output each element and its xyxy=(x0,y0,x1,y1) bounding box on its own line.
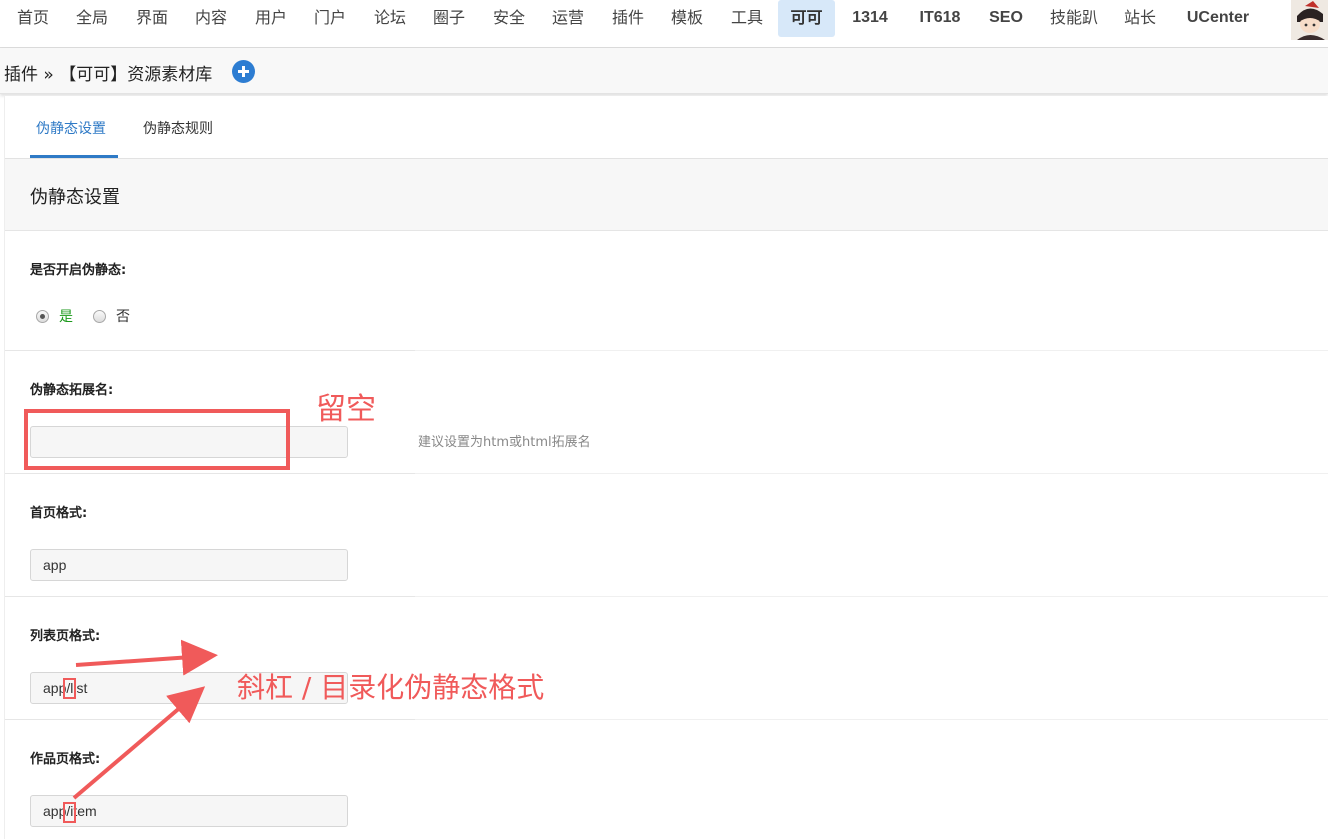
annotation-box-list-slash xyxy=(63,678,76,699)
extension-hint: 建议设置为htm或html拓展名 xyxy=(418,435,591,450)
annotation-box-item-slash xyxy=(63,802,76,823)
nav-item-1314[interactable]: 1314 xyxy=(844,0,896,37)
row-divider xyxy=(5,473,1328,474)
home-format-input[interactable] xyxy=(30,549,348,581)
radio-yes-label: 是 xyxy=(59,309,73,325)
nav-item-forum[interactable]: 论坛 xyxy=(365,0,415,37)
nav-item-content[interactable]: 内容 xyxy=(186,0,236,37)
nav-item-group[interactable]: 圈子 xyxy=(424,0,474,37)
annotation-box-extension xyxy=(24,409,290,470)
section-title: 伪静态设置 xyxy=(30,187,120,208)
nav-item-interface[interactable]: 界面 xyxy=(127,0,177,37)
list-format-label: 列表页格式: xyxy=(30,629,101,644)
avatar-image xyxy=(1291,0,1328,40)
nav-item-tools[interactable]: 工具 xyxy=(722,0,772,37)
nav-item-users[interactable]: 用户 xyxy=(246,0,296,37)
tab-bar: 伪静态设置 伪静态规则 xyxy=(5,96,1328,159)
active-tab-indicator xyxy=(30,155,118,158)
nav-item-portal[interactable]: 门户 xyxy=(305,0,355,37)
nav-item-webmaster[interactable]: 站长 xyxy=(1117,0,1163,37)
item-format-input[interactable] xyxy=(30,795,348,827)
add-plus-icon[interactable] xyxy=(232,60,255,83)
rewrite-enable-label: 是否开启伪静态: xyxy=(30,263,127,278)
nav-item-keke[interactable]: 可可 xyxy=(778,0,835,37)
breadcrumb-bar: 插件 » 【可可】资源素材库 xyxy=(0,48,1328,94)
nav-item-plugins[interactable]: 插件 xyxy=(603,0,653,37)
nav-item-it618[interactable]: IT618 xyxy=(910,0,970,37)
annotation-slash-note: 斜杠 / 目录化伪静态格式 xyxy=(237,671,545,704)
nav-item-operations[interactable]: 运营 xyxy=(543,0,593,37)
row-divider xyxy=(5,350,1328,351)
nav-item-ucenter[interactable]: UCenter xyxy=(1178,0,1258,37)
radio-option-yes[interactable]: 是 xyxy=(36,306,73,326)
extension-label: 伪静态拓展名: xyxy=(30,383,114,398)
tab-rewrite-settings[interactable]: 伪静态设置 xyxy=(36,118,106,138)
user-avatar[interactable] xyxy=(1291,0,1328,40)
radio-option-no[interactable]: 否 xyxy=(93,306,130,326)
nav-item-global[interactable]: 全局 xyxy=(67,0,117,37)
radio-no-label: 否 xyxy=(116,309,130,325)
item-format-label: 作品页格式: xyxy=(30,752,101,767)
top-navigation: 首页 全局 界面 内容 用户 门户 论坛 圈子 安全 运营 插件 模板 工具 可… xyxy=(0,0,1328,48)
home-format-label: 首页格式: xyxy=(30,506,88,521)
nav-item-templates[interactable]: 模板 xyxy=(662,0,712,37)
row-divider xyxy=(5,719,1328,720)
tab-rewrite-rules[interactable]: 伪静态规则 xyxy=(143,118,213,138)
nav-item-seo[interactable]: SEO xyxy=(984,0,1028,37)
breadcrumb: 插件 » 【可可】资源素材库 xyxy=(4,65,213,85)
row-divider xyxy=(5,596,1328,597)
radio-no-input[interactable] xyxy=(93,309,106,323)
nav-item-home[interactable]: 首页 xyxy=(8,0,58,37)
nav-item-security[interactable]: 安全 xyxy=(484,0,534,37)
radio-yes-input[interactable] xyxy=(36,309,49,323)
annotation-leave-empty: 留空 xyxy=(316,392,376,427)
section-header: 伪静态设置 xyxy=(5,159,1328,231)
nav-item-skills[interactable]: 技能趴 xyxy=(1043,0,1105,37)
